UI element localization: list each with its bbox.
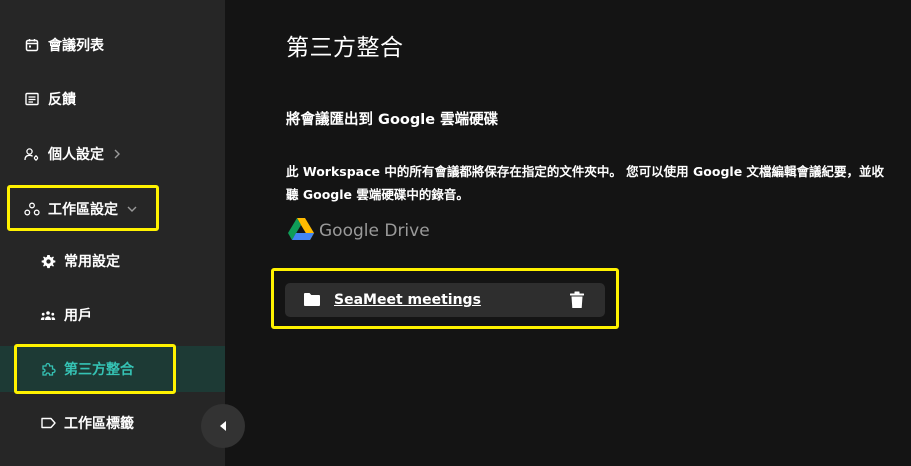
sidebar-item-label: 第三方整合 (64, 362, 134, 378)
workspace-icon (24, 201, 40, 217)
page-title: 第三方整合 (286, 35, 404, 61)
drive-folder-link[interactable]: SeaMeet meetings (334, 292, 481, 308)
gear-icon (40, 253, 56, 269)
calendar-icon (24, 37, 40, 53)
sidebar-item-workspace-tags[interactable]: 工作區標籤 (0, 400, 225, 446)
sidebar-item-label: 反饋 (48, 92, 76, 108)
sidebar-item-meeting-list[interactable]: 會議列表 (0, 22, 225, 68)
main-content: 第三方整合 將會議匯出到 Google 雲端硬碟 此 Workspace 中的所… (225, 0, 911, 466)
sidebar: 會議列表 反饋 個人設定 工作區設定 常用設定 用戶 第三方整合 工作區標籤 (0, 0, 225, 466)
chevron-down-icon (126, 204, 138, 214)
sidebar-item-label: 工作區標籤 (64, 416, 134, 432)
chevron-right-icon (112, 148, 122, 160)
users-icon (40, 307, 56, 323)
feedback-icon (24, 91, 40, 107)
drive-folder-card: SeaMeet meetings (285, 283, 605, 317)
google-drive-wordmark: Google Drive (319, 221, 430, 241)
puzzle-icon (40, 361, 56, 377)
sidebar-item-workspace-settings[interactable]: 工作區設定 (0, 186, 225, 232)
user-settings-icon (24, 146, 40, 162)
google-drive-icon (288, 217, 314, 245)
sidebar-item-label: 會議列表 (48, 38, 104, 54)
sidebar-item-feedback[interactable]: 反饋 (0, 76, 225, 122)
sidebar-item-label: 個人設定 (48, 147, 104, 163)
sidebar-item-general-settings[interactable]: 常用設定 (0, 238, 225, 284)
trash-icon (569, 291, 585, 313)
folder-icon (303, 292, 321, 308)
sidebar-item-label: 常用設定 (64, 254, 120, 270)
sidebar-item-label: 工作區設定 (48, 202, 118, 218)
sidebar-item-personal-settings[interactable]: 個人設定 (0, 131, 225, 177)
sidebar-item-users[interactable]: 用戶 (0, 292, 225, 338)
tag-icon (40, 415, 56, 431)
delete-folder-button[interactable] (569, 291, 585, 309)
app-window: 會議列表 反饋 個人設定 工作區設定 常用設定 用戶 第三方整合 工作區標籤 第… (0, 0, 911, 466)
sidebar-item-label: 用戶 (64, 308, 92, 324)
section-title: 將會議匯出到 Google 雲端硬碟 (286, 112, 499, 128)
google-drive-logo: Google Drive (288, 217, 430, 245)
integration-description: 此 Workspace 中的所有會議都將保存在指定的文件夾中。 您可以使用 Go… (286, 164, 885, 202)
sidebar-item-third-party-integration[interactable]: 第三方整合 (0, 346, 225, 392)
